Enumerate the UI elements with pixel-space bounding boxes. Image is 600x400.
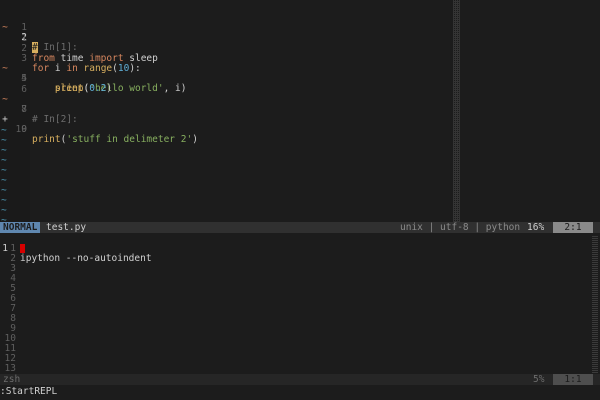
code-text: # In[1]: — [32, 42, 78, 53]
cursor-position: 2:1 — [553, 222, 593, 233]
terminal-label: zsh — [3, 374, 21, 385]
line-number: 3 — [21, 53, 27, 64]
line-number: 10 — [15, 124, 27, 135]
terminal-position: 1:1 — [553, 374, 593, 385]
editor-line[interactable]: ~ 4 print('hello world', i) — [0, 54, 186, 94]
editor-line[interactable]: 2 from time import sleep — [0, 34, 158, 64]
scroll-percent: 16% — [527, 222, 545, 233]
status-bar: NORMAL test.py unix | utf-8 | python 16%… — [0, 222, 600, 233]
line-number: 8 — [21, 104, 27, 115]
code-text: sleep(0.2) — [54, 83, 113, 94]
line-number: 13 — [4, 363, 16, 374]
editor-line[interactable]: + 9 print('stuff in delimeter 2') — [0, 105, 198, 145]
code-text: # In[2]: — [32, 114, 78, 125]
color-column — [453, 0, 460, 222]
command-line[interactable]: :StartREPL — [0, 386, 57, 398]
code-text: for i in range(10): — [32, 63, 141, 74]
code-text: print('stuff in delimeter 2') — [32, 134, 198, 145]
editor-line[interactable]: 5 sleep(0.2) — [0, 64, 112, 94]
terminal-cursor — [20, 244, 25, 253]
editor-line[interactable]: 10 — [0, 115, 27, 135]
file-encoding: unix | utf-8 | python — [400, 222, 521, 233]
editor-line[interactable]: 1 — [0, 24, 27, 44]
editor-line[interactable]: 8 — [0, 95, 27, 115]
editor-line[interactable]: 1 — [0, 3, 27, 33]
terminal-scrollbar[interactable] — [592, 236, 598, 373]
line-number: 5 — [21, 73, 27, 84]
editor-line[interactable]: ~ 2 # In[1]: — [0, 13, 78, 53]
editor-line[interactable]: ~ 7 # In[2]: — [0, 85, 78, 125]
terminal-command: ipython --no-autoindent — [20, 253, 152, 264]
terminal-status-bar: zsh 5% 1:1 — [0, 374, 600, 385]
line-number: 6 — [21, 84, 27, 95]
editor-line[interactable]: 6 — [0, 75, 27, 95]
terminal-percent: 5% — [533, 374, 545, 385]
file-name[interactable]: test.py — [46, 222, 86, 233]
mode-indicator: NORMAL — [0, 222, 41, 233]
editor-line[interactable]: 3 for i in range(10): — [0, 44, 141, 74]
